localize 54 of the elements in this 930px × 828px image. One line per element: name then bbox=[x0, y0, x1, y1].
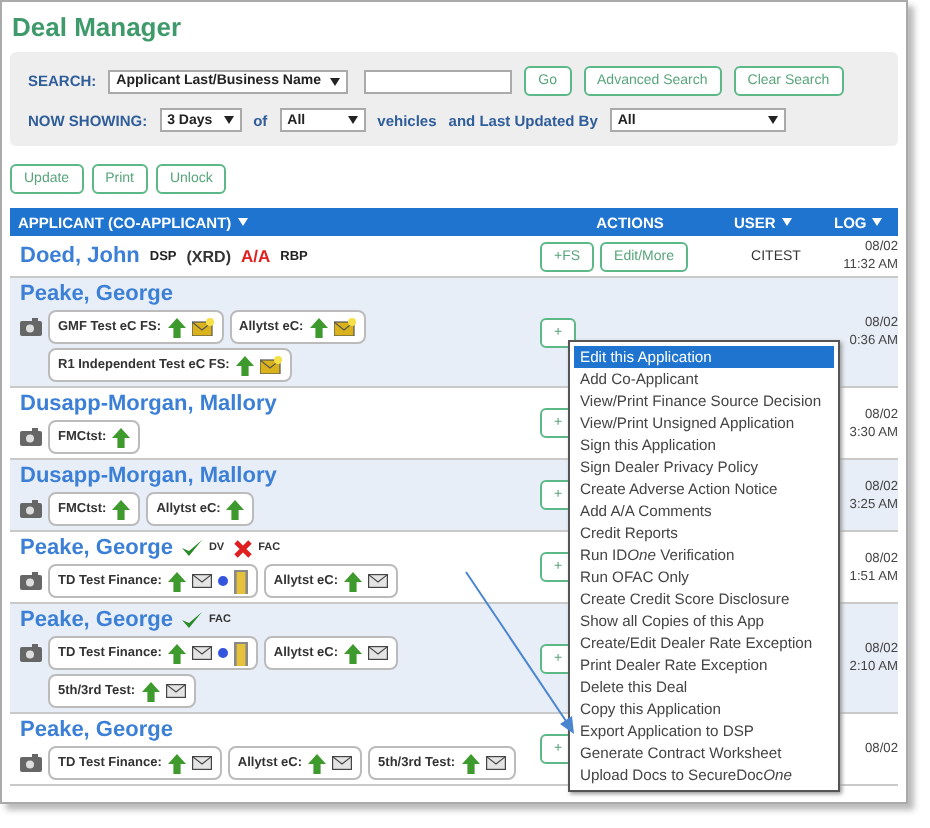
up-arrow-icon[interactable] bbox=[167, 571, 186, 591]
dropdown-caret-icon bbox=[872, 218, 883, 226]
door-icon[interactable] bbox=[233, 641, 248, 665]
checkmark-icon bbox=[182, 612, 203, 628]
up-arrow-icon[interactable] bbox=[344, 571, 363, 591]
dot-icon bbox=[217, 576, 228, 586]
dropdown-caret-icon bbox=[223, 116, 234, 124]
envelope-icon[interactable] bbox=[191, 574, 212, 588]
applicant-name-link[interactable]: Peake, George bbox=[20, 282, 173, 306]
up-arrow-icon[interactable] bbox=[226, 499, 245, 519]
camera-icon[interactable] bbox=[20, 318, 42, 336]
up-arrow-icon[interactable] bbox=[112, 427, 131, 447]
up-arrow-icon[interactable] bbox=[308, 753, 327, 773]
envelope-icon[interactable] bbox=[332, 756, 353, 770]
page-title: Deal Manager bbox=[10, 10, 184, 46]
dropdown-caret-icon bbox=[781, 218, 792, 226]
up-arrow-icon[interactable] bbox=[112, 499, 131, 519]
envelope-icon[interactable] bbox=[191, 756, 212, 770]
camera-icon[interactable] bbox=[20, 428, 42, 446]
dot-icon bbox=[217, 648, 228, 658]
envelope-icon[interactable] bbox=[368, 646, 389, 660]
cross-icon bbox=[234, 539, 253, 557]
camera-icon[interactable] bbox=[20, 572, 42, 590]
applicant-name-link[interactable]: Dusapp-Morgan, Mallory bbox=[20, 464, 277, 488]
camera-icon[interactable] bbox=[20, 754, 42, 772]
envelope-icon[interactable] bbox=[259, 356, 282, 374]
envelope-icon[interactable] bbox=[191, 318, 214, 336]
envelope-icon[interactable] bbox=[333, 318, 356, 336]
applicant-name-link[interactable]: Peake, George bbox=[20, 536, 173, 560]
dropdown-caret-icon bbox=[330, 77, 341, 85]
applicant-name-link[interactable]: Dusapp-Morgan, Mallory bbox=[20, 392, 277, 416]
deal-tag: A/A bbox=[240, 246, 271, 266]
camera-icon[interactable] bbox=[20, 644, 42, 662]
search-field[interactable] bbox=[364, 69, 513, 93]
dropdown-caret-icon bbox=[237, 218, 248, 226]
applicant-name-link[interactable]: Peake, George bbox=[20, 718, 173, 742]
deal-tag: (XRD) bbox=[186, 247, 231, 265]
up-arrow-icon[interactable] bbox=[309, 317, 328, 337]
envelope-icon[interactable] bbox=[368, 574, 389, 588]
up-arrow-icon[interactable] bbox=[167, 317, 186, 337]
applicant-name-link[interactable]: Doed, John bbox=[20, 244, 140, 268]
applicant-name-link[interactable]: Peake, George bbox=[20, 608, 173, 632]
dropdown-caret-icon bbox=[347, 116, 358, 124]
up-arrow-icon[interactable] bbox=[344, 643, 363, 663]
envelope-icon[interactable] bbox=[165, 684, 186, 698]
up-arrow-icon[interactable] bbox=[235, 355, 254, 375]
up-arrow-icon[interactable] bbox=[167, 753, 186, 773]
up-arrow-icon[interactable] bbox=[461, 753, 480, 773]
envelope-icon[interactable] bbox=[191, 646, 212, 660]
door-icon[interactable] bbox=[233, 569, 248, 593]
checkmark-icon bbox=[182, 540, 203, 556]
dropdown-caret-icon bbox=[767, 116, 778, 124]
camera-icon[interactable] bbox=[20, 500, 42, 518]
envelope-icon[interactable] bbox=[485, 756, 506, 770]
